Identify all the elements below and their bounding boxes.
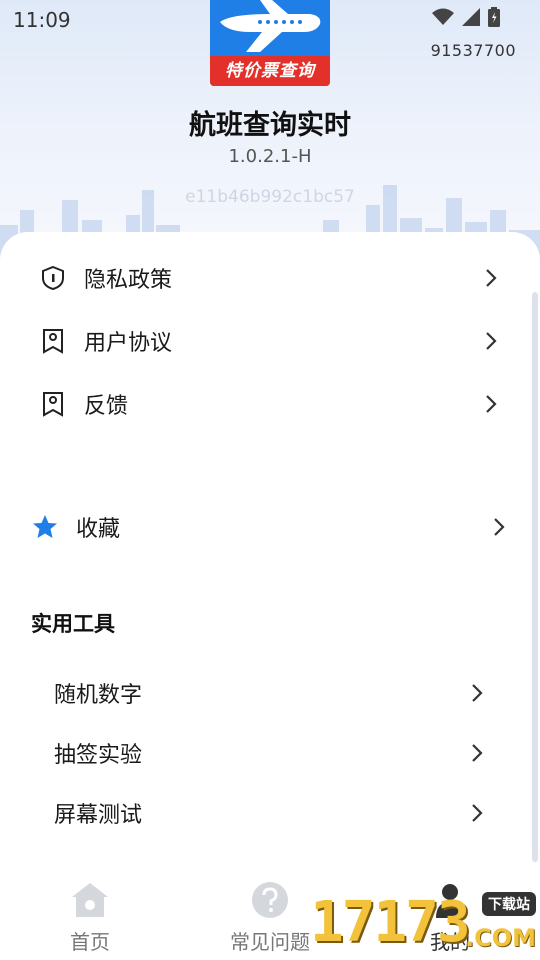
chevron-right-icon [486, 395, 497, 413]
menu-item-user-agreement[interactable]: 用户协议 [0, 311, 540, 371]
signal-icon [462, 8, 480, 26]
watermark-badge: 下载站 [482, 892, 536, 916]
tool-item-label: 屏幕测试 [54, 803, 143, 828]
airplane-icon [220, 0, 321, 52]
shield-lock-icon [42, 265, 64, 291]
menu-item-privacy-policy[interactable]: 隐私政策 [0, 248, 540, 308]
user-doc-icon [43, 329, 63, 354]
tools-section-title: 实用工具 [31, 612, 115, 636]
menu-item-label: 隐私政策 [84, 268, 173, 293]
settings-card: 隐私政策 用户协议 反馈 收藏 实用工具 随机数字 抽签实验 屏幕测试 [0, 232, 540, 872]
chevron-right-icon [472, 744, 483, 762]
home-icon [72, 883, 108, 917]
menu-item-favorites[interactable]: 收藏 [0, 497, 540, 557]
app-hash: e11b46b992c1bc57 [185, 187, 355, 207]
tool-item-screen-test[interactable]: 屏幕测试 [0, 783, 540, 843]
tool-item-random-number[interactable]: 随机数字 [0, 663, 540, 723]
menu-item-label: 用户协议 [84, 331, 173, 356]
menu-item-label: 收藏 [76, 517, 121, 542]
menu-item-label: 反馈 [84, 394, 129, 419]
chevron-right-icon [472, 804, 483, 822]
device-id: 91537700 [430, 41, 516, 60]
menu-item-feedback[interactable]: 反馈 [0, 374, 540, 434]
chevron-right-icon [494, 518, 505, 536]
chevron-right-icon [486, 269, 497, 287]
tool-item-label: 抽签实验 [54, 743, 143, 768]
tab-label: 首页 [70, 930, 110, 954]
battery-icon [488, 7, 500, 27]
status-time: 11:09 [13, 8, 71, 32]
app-title: 航班查询实时 [189, 110, 351, 141]
watermark-suffix: .COM [464, 924, 536, 952]
tool-item-draw-lots[interactable]: 抽签实验 [0, 723, 540, 783]
tab-home[interactable]: 首页 [0, 872, 180, 960]
watermark-number: 17173 [310, 890, 471, 955]
feedback-doc-icon [43, 392, 63, 417]
star-icon [33, 515, 57, 538]
chevron-right-icon [486, 332, 497, 350]
wifi-icon [432, 8, 454, 25]
logo-text: 特价票查询 [210, 56, 330, 86]
app-logo: 特价票查询 [210, 0, 330, 86]
tool-item-label: 随机数字 [54, 683, 143, 708]
chevron-right-icon [472, 684, 483, 702]
question-icon [252, 882, 288, 918]
app-version: 1.0.2.1-H [228, 146, 312, 167]
watermark-logo: 17173 下载站 .COM [310, 890, 540, 960]
status-icons [432, 7, 500, 27]
